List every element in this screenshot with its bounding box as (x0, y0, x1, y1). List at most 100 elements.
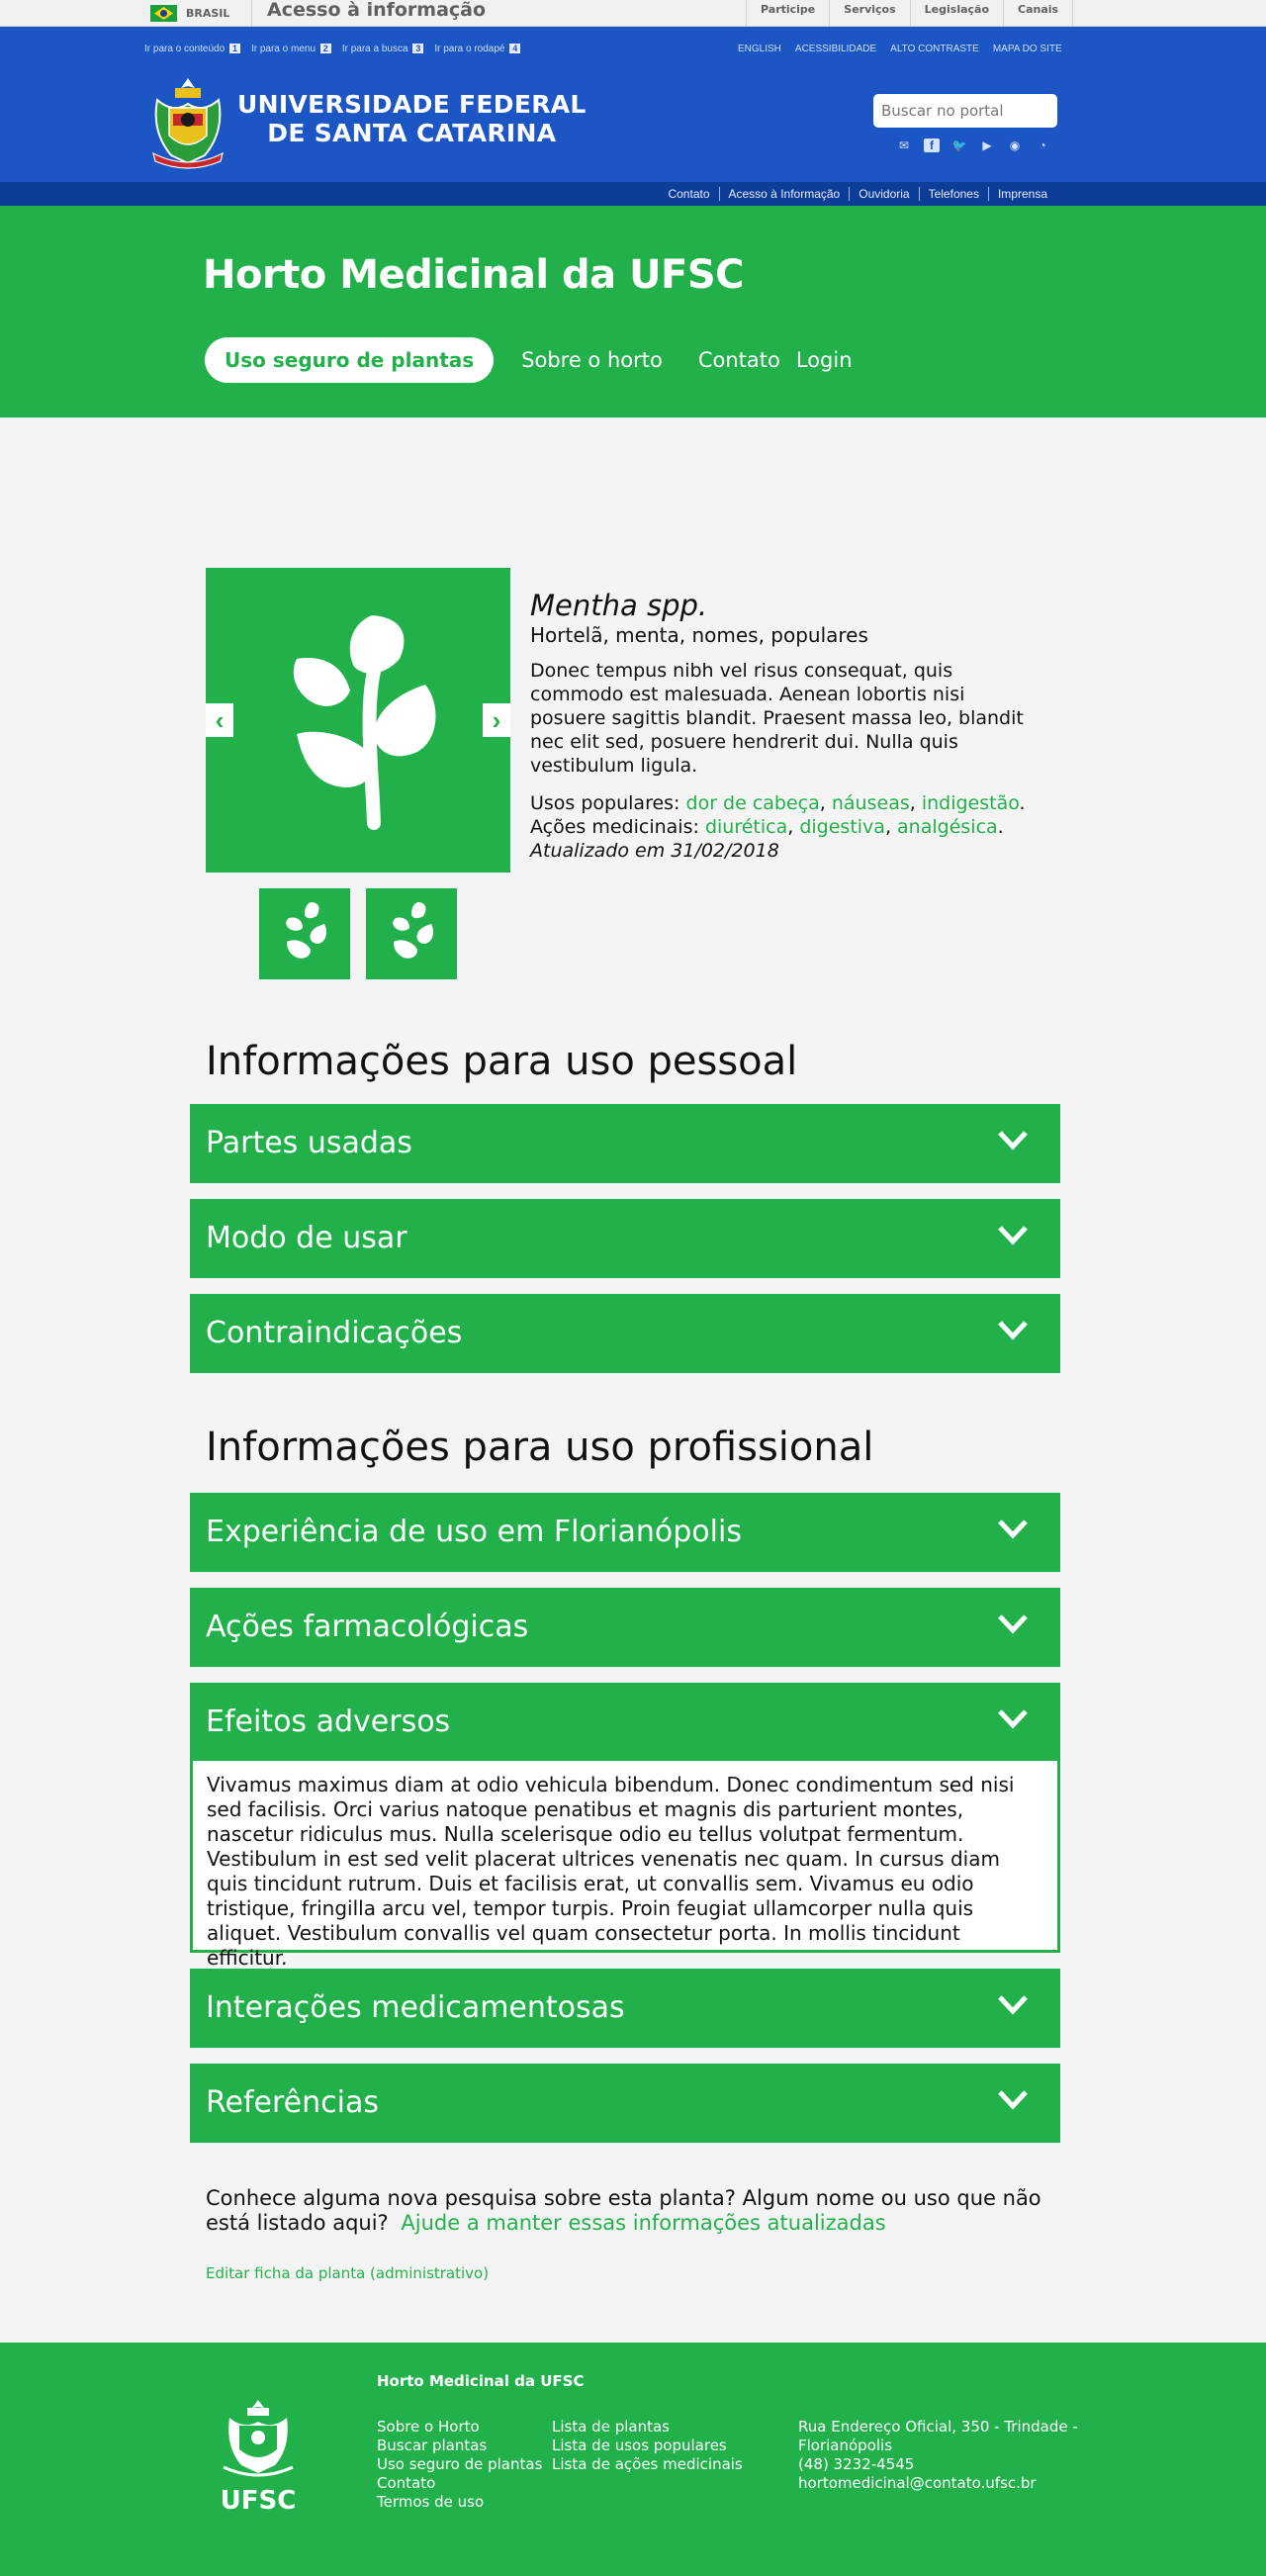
footer-col-2: Lista de plantas Lista de usos populares… (552, 2418, 743, 2474)
portal-search-input[interactable] (873, 94, 1057, 128)
plant-thumbnail[interactable] (259, 888, 350, 979)
email-link[interactable]: hortomedicinal@contato.ufsc.br (798, 2474, 1078, 2493)
plant-thumb-icon (393, 902, 433, 959)
social-icons: ✉ f 🐦 ▶ ◉ ◔ (896, 138, 1050, 152)
use-link[interactable]: dor de cabeça (686, 792, 820, 814)
address-line: Rua Endereço Oficial, 350 - Trindade - (798, 2418, 1078, 2436)
site-header: Ir para o conteúdo 1 Ir para o menu 2 Ir… (0, 27, 1266, 182)
footer-col-1: Sobre o Horto Buscar plantas Uso seguro … (377, 2418, 542, 2512)
gov-link-canais[interactable]: Canais (1003, 0, 1074, 27)
gov-links: Participe Serviços Legislação Canais (746, 0, 1074, 27)
youtube-icon[interactable]: ▶ (979, 138, 995, 152)
plant-image-carousel: ‹ › (206, 568, 510, 873)
accordion-partes-usadas[interactable]: Partes usadas (190, 1104, 1060, 1183)
mail-icon[interactable]: ✉ (896, 138, 912, 152)
footer-link[interactable]: Uso seguro de plantas (377, 2455, 542, 2474)
accordion-interacoes[interactable]: Interações medicamentosas (190, 1969, 1060, 2048)
subnav-contato[interactable]: Contato (659, 187, 718, 201)
main-nav: Uso seguro de plantas Sobre o horto Cont… (205, 337, 853, 383)
brazil-flag-icon (150, 5, 177, 22)
brasil-link[interactable]: BRASIL (150, 0, 229, 27)
medicinal-actions: Ações medicinais: diurética, digestiva, … (530, 816, 1004, 838)
use-link[interactable]: indigestão (922, 792, 1020, 814)
footer-link[interactable]: Termos de uso (377, 2493, 542, 2512)
accordion-modo-de-usar[interactable]: Modo de usar (190, 1199, 1060, 1278)
nav-sobre-horto[interactable]: Sobre o horto (521, 348, 663, 372)
carousel-prev-button[interactable]: ‹ (206, 703, 233, 737)
carousel-next-button[interactable]: › (483, 703, 510, 737)
skip-search-link[interactable]: Ir para a busca 3 (342, 44, 424, 54)
high-contrast-link[interactable]: ALTO CONTRASTE (890, 44, 979, 54)
help-update-link[interactable]: Ajude a manter essas informações atualiz… (401, 2211, 885, 2235)
chevron-down-icon (998, 1321, 1028, 1340)
nav-login[interactable]: Login (796, 348, 853, 372)
divider (251, 0, 252, 27)
header-subnav: Contato Acesso à Informação Ouvidoria Te… (0, 182, 1266, 206)
site-footer: UFSC Horto Medicinal da UFSC Sobre o Hor… (0, 2343, 1266, 2576)
chevron-down-icon (998, 1519, 1028, 1539)
use-link[interactable]: náuseas (832, 792, 910, 814)
nav-contato[interactable]: Contato (698, 348, 780, 372)
ufsc-coat-of-arms-logo[interactable] (143, 74, 232, 171)
footer-link[interactable]: Lista de usos populares (552, 2437, 743, 2455)
accessibility-link[interactable]: ACESSIBILIDADE (795, 44, 876, 54)
plant-description: Donec tempus nibh vel risus consequat, q… (530, 660, 1024, 777)
chevron-down-icon (998, 1709, 1028, 1729)
ufsc-footer-logo[interactable]: UFSC (218, 2398, 299, 2515)
action-link[interactable]: analgésica (897, 816, 998, 838)
footer-link[interactable]: Lista de ações medicinais (552, 2455, 743, 2474)
chevron-down-icon (998, 1226, 1028, 1245)
instagram-icon[interactable]: ◉ (1007, 138, 1023, 152)
updated-date: Atualizado em 31/02/2018 (530, 840, 779, 862)
accordion-referencias[interactable]: Referências (190, 2064, 1060, 2143)
accordion-acoes-farmacologicas[interactable]: Ações farmacológicas (190, 1588, 1060, 1667)
footer-link[interactable]: Sobre o Horto (377, 2418, 542, 2437)
skip-content-link[interactable]: Ir para o conteúdo 1 (144, 44, 240, 54)
scientific-name: Mentha spp. (530, 589, 708, 622)
site-title[interactable]: Horto Medicinal da UFSC (203, 252, 745, 298)
rss-icon[interactable]: ◔ (1035, 138, 1050, 152)
gov-link-legislacao[interactable]: Legislação (909, 0, 1003, 27)
brasil-label: BRASIL (186, 7, 230, 20)
accessibility-tools: ENGLISH ACESSIBILIDADE ALTO CONTRASTE MA… (738, 44, 1062, 54)
phone: (48) 3232-4545 (798, 2455, 915, 2473)
action-link[interactable]: digestiva (799, 816, 885, 838)
footer-link[interactable]: Buscar plantas (377, 2437, 542, 2455)
admin-edit-link[interactable]: Editar ficha da planta (administrativo) (206, 2264, 489, 2282)
footer-address: Rua Endereço Oficial, 350 - Trindade - F… (798, 2418, 1078, 2493)
facebook-icon[interactable]: f (924, 138, 940, 152)
accordion-efeitos-adversos-body: Vivamus maximus diam at odio vehicula bi… (190, 1761, 1060, 1970)
personal-section-title: Informações para uso pessoal (206, 1039, 798, 1084)
gov-bar: BRASIL Acesso à informação Participe Ser… (0, 0, 1266, 27)
plant-icon (293, 615, 436, 830)
chevron-down-icon (998, 1131, 1028, 1150)
chevron-down-icon (998, 1614, 1028, 1634)
english-link[interactable]: ENGLISH (738, 44, 781, 54)
access-info-link[interactable]: Acesso à informação (267, 0, 781, 27)
nav-uso-seguro-active[interactable]: Uso seguro de plantas (205, 337, 495, 383)
plant-thumb-icon (286, 902, 326, 959)
action-link[interactable]: diurética (705, 816, 787, 838)
footer-link[interactable]: Contato (377, 2474, 542, 2493)
gov-link-servicos[interactable]: Serviços (829, 0, 909, 27)
accordion-contraindicacoes[interactable]: Contraindicações (190, 1294, 1060, 1373)
subnav-imprensa[interactable]: Imprensa (987, 187, 1056, 201)
subnav-ouvidoria[interactable]: Ouvidoria (849, 187, 918, 201)
plant-thumbnail[interactable] (366, 888, 457, 979)
footer-logo-text: UFSC (221, 2486, 297, 2515)
sitemap-link[interactable]: MAPA DO SITE (993, 44, 1062, 54)
accordion-experiencia[interactable]: Experiência de uso em Florianópolis (190, 1493, 1060, 1572)
gov-link-participe[interactable]: Participe (746, 0, 829, 27)
university-name[interactable]: UNIVERSIDADE FEDERAL DE SANTA CATARINA (237, 90, 587, 147)
professional-section-title: Informações para uso profissional (206, 1425, 874, 1470)
twitter-icon[interactable]: 🐦 (951, 138, 967, 152)
footer-link[interactable]: Lista de plantas (552, 2418, 743, 2437)
footer-title: Horto Medicinal da UFSC (377, 2372, 585, 2390)
skip-footer-link[interactable]: Ir para o rodapé 4 (434, 44, 521, 54)
university-name-line-1: UNIVERSIDADE FEDERAL (237, 90, 587, 119)
subnav-telefones[interactable]: Telefones (918, 187, 988, 201)
contribute-cta: Conhece alguma nova pesquisa sobre esta … (206, 2186, 1046, 2236)
accordion-efeitos-adversos[interactable]: Efeitos adversos (190, 1683, 1060, 1762)
subnav-acesso-informacao[interactable]: Acesso à Informação (718, 187, 850, 201)
skip-menu-link[interactable]: Ir para o menu 2 (251, 44, 331, 54)
